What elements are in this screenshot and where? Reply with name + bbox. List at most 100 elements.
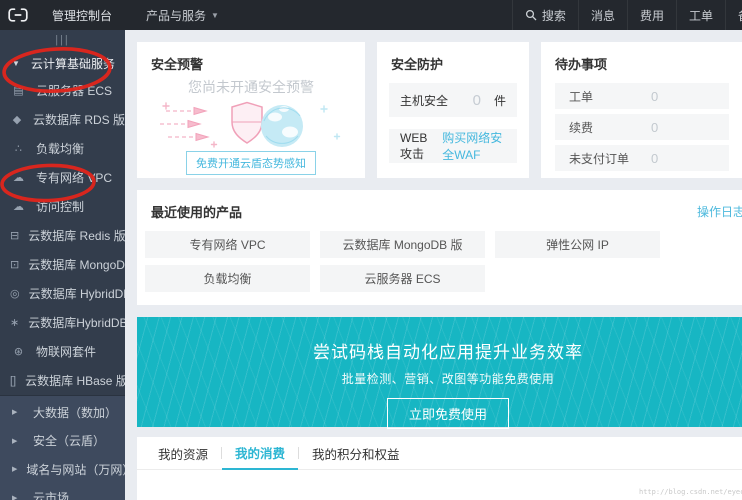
tab-my-consumption[interactable]: 我的消费 [222, 438, 299, 470]
host-security-label: 主机安全 [400, 93, 449, 108]
load-balancer-icon: ∴ [15, 143, 22, 155]
console-title[interactable]: 管理控制台 [38, 0, 126, 30]
tab-my-resources[interactable]: 我的资源 [145, 437, 221, 469]
recent-product-vpc[interactable]: 专有网络 VPC [145, 231, 310, 258]
billing-menu[interactable]: 费用 [626, 0, 676, 30]
aliyun-logo[interactable] [0, 0, 36, 30]
promo-banner[interactable]: 尝试码栈自动化应用提升业务效率 批量检测、营销、改图等功能免费使用 立即免费使用 [137, 317, 742, 429]
search-label: 搜索 [541, 8, 566, 23]
empty-state-text: 您尚未开通安全预警 [188, 79, 314, 95]
sidebar-item-rds[interactable]: ◆ 云数据库 RDS 版 [0, 105, 125, 134]
todo-list: 工单 0 续费 0 未支付订单 0 [541, 83, 742, 171]
sidebar-item-hybriddb-fo[interactable]: ∗ 云数据库HybridDB fo... [0, 308, 125, 337]
host-security-count: 0 [472, 91, 481, 109]
messages-menu[interactable]: 消息 [577, 0, 627, 30]
watermark-text: http://blog.csdn.net/eyecry [639, 488, 742, 496]
free-trial-button[interactable]: 立即免费使用 [386, 398, 509, 429]
host-security-unit: 件 [493, 93, 506, 108]
search-button[interactable]: 搜索 [511, 0, 578, 30]
recent-product-slb[interactable]: 负载均衡 [145, 265, 310, 292]
redis-db-icon: ⊟ [10, 230, 20, 242]
snowflake-icon: ∗ [10, 317, 20, 329]
sidebar-group-label: 云计算基础服务 [31, 56, 116, 71]
sidebar-item-label: 云数据库 RDS 版 [32, 113, 125, 127]
iot-wheel-icon: ⊛ [13, 346, 24, 358]
todo-value: 0 [651, 150, 659, 166]
recent-product-ecs[interactable]: 云服务器 ECS [320, 265, 485, 292]
todo-value: 0 [651, 119, 659, 135]
todo-label: 续费 [569, 120, 594, 135]
sidebar-group-label: 云市场 [33, 491, 70, 500]
recent-product-eip[interactable]: 弹性公网 IP [495, 231, 660, 258]
sidebar-item-vpc[interactable]: ☁ 专有网络 VPC [0, 163, 125, 192]
sidebar-item-mongodb[interactable]: ⊡ 云数据库 MongoDB 版 [0, 250, 125, 279]
triangle-right-icon: ▶ [12, 466, 18, 474]
sidebar-group-cloud-basic[interactable]: ▼ 云计算基础服务 [0, 50, 125, 76]
sidebar-item-label: 云数据库 MongoDB 版 [28, 258, 125, 272]
sidebar-item-label: 专有网络 VPC [36, 171, 113, 185]
database-icon: ◆ [12, 114, 22, 126]
sidebar-group-bigdata[interactable]: ▶ 大数据（数加） [0, 398, 125, 427]
sidebar: ||| ▼ 云计算基础服务 ▤ 云服务器 ECS ◆ 云数据库 RDS 版 ∴ … [0, 30, 125, 500]
recent-products-card: 最近使用的产品 操作日志 专有网络 VPC 云数据库 MongoDB 版 弹性公… [137, 190, 742, 305]
sidebar-item-label: 云数据库HybridDB fo... [28, 316, 125, 330]
web-attack-label: WEB攻击 [400, 130, 428, 161]
recent-product-mongodb[interactable]: 云数据库 MongoDB 版 [320, 231, 485, 258]
card-title: 待办事项 [555, 57, 608, 72]
chevron-down-icon: ▼ [211, 10, 219, 20]
operation-log-link[interactable]: 操作日志 [697, 203, 742, 220]
todo-row-renewal[interactable]: 续费 0 [555, 114, 729, 140]
buy-waf-link[interactable]: 购买网络安全WAF [442, 129, 506, 163]
sidebar-group-label: 域名与网站（万网） [26, 462, 125, 477]
sidebar-item-label: 云数据库 HBase 版 [25, 374, 125, 388]
hybriddb-icon: ◎ [10, 288, 20, 300]
server-icon: ▤ [13, 85, 24, 97]
card-title: 安全预警 [151, 57, 204, 72]
security-warning-illustration [160, 101, 341, 148]
todo-label: 工单 [569, 89, 594, 104]
cloud-network-icon: ☁ [13, 172, 24, 184]
triangle-down-icon: ▼ [12, 58, 20, 68]
recent-products-grid: 专有网络 VPC 云数据库 MongoDB 版 弹性公网 IP 负载均衡 云服务… [137, 231, 742, 292]
main-content: 安全预警 您尚未开通安全预警 免费开通云盾态势感知 安全防护 主机安全 0 件 … [125, 30, 742, 500]
triangle-right-icon: ▶ [12, 409, 18, 417]
products-menu-label: 产品与服务 [146, 8, 207, 23]
sidebar-item-label: 负载均衡 [36, 142, 85, 156]
sidebar-item-redis[interactable]: ⊟ 云数据库 Redis 版 [0, 221, 125, 250]
sidebar-item-label: 访问控制 [36, 200, 85, 214]
top-nav-bar: 管理控制台 产品与服务 ▼ 搜索 消息 费用 工单 备案 [0, 0, 742, 30]
sidebar-item-ecs[interactable]: ▤ 云服务器 ECS [0, 76, 125, 105]
sidebar-group-security[interactable]: ▶ 安全（云盾） [0, 427, 125, 456]
sidebar-group-label: 大数据（数加） [33, 405, 118, 420]
sidebar-collapse-handle[interactable]: ||| [0, 30, 125, 48]
mongodb-icon: ⊡ [10, 259, 20, 271]
sidebar-item-access-control[interactable]: ☁ 访问控制 [0, 192, 125, 221]
sidebar-item-iot[interactable]: ⊛ 物联网套件 [0, 337, 125, 366]
triangle-right-icon: ▶ [12, 494, 18, 500]
products-menu[interactable]: 产品与服务 ▼ [146, 0, 219, 30]
triangle-right-icon: ▶ [12, 437, 18, 445]
tab-row: 我的资源 我的消费 我的积分和权益 [137, 437, 742, 470]
card-title: 安全防护 [391, 57, 444, 72]
todo-row-tickets[interactable]: 工单 0 [555, 83, 729, 109]
sidebar-group-marketplace[interactable]: ▶ 云市场 [0, 484, 125, 500]
sidebar-item-label: 云数据库 HybridDB f... [28, 287, 125, 301]
sidebar-item-slb[interactable]: ∴ 负载均衡 [0, 134, 125, 163]
sidebar-item-hbase[interactable]: [] 云数据库 HBase 版 [0, 366, 125, 395]
todo-label: 未支付订单 [569, 151, 630, 166]
sidebar-group-label: 安全（云盾） [33, 434, 106, 449]
todo-row-unpaid-orders[interactable]: 未支付订单 0 [555, 145, 729, 171]
tickets-menu[interactable]: 工单 [675, 0, 725, 30]
activate-situational-awareness-button[interactable]: 免费开通云盾态势感知 [186, 151, 316, 175]
bracket-logo-icon [8, 8, 28, 22]
web-attack-row: WEB攻击 购买网络安全WAF [389, 129, 517, 163]
sidebar-item-hybriddb-f[interactable]: ◎ 云数据库 HybridDB f... [0, 279, 125, 308]
cloud-icon: ☁ [13, 201, 24, 213]
todo-value: 0 [651, 88, 659, 104]
beian-menu[interactable]: 备案 [724, 0, 742, 30]
brackets-icon: [] [10, 374, 17, 387]
tab-my-points[interactable]: 我的积分和权益 [299, 437, 413, 469]
security-warning-card: 安全预警 您尚未开通安全预警 免费开通云盾态势感知 [137, 42, 365, 178]
sidebar-group-domains[interactable]: ▶ 域名与网站（万网） [0, 455, 125, 484]
sidebar-collapsed-groups: ▶ 大数据（数加） ▶ 安全（云盾） ▶ 域名与网站（万网） ▶ 云市场 [0, 395, 125, 500]
